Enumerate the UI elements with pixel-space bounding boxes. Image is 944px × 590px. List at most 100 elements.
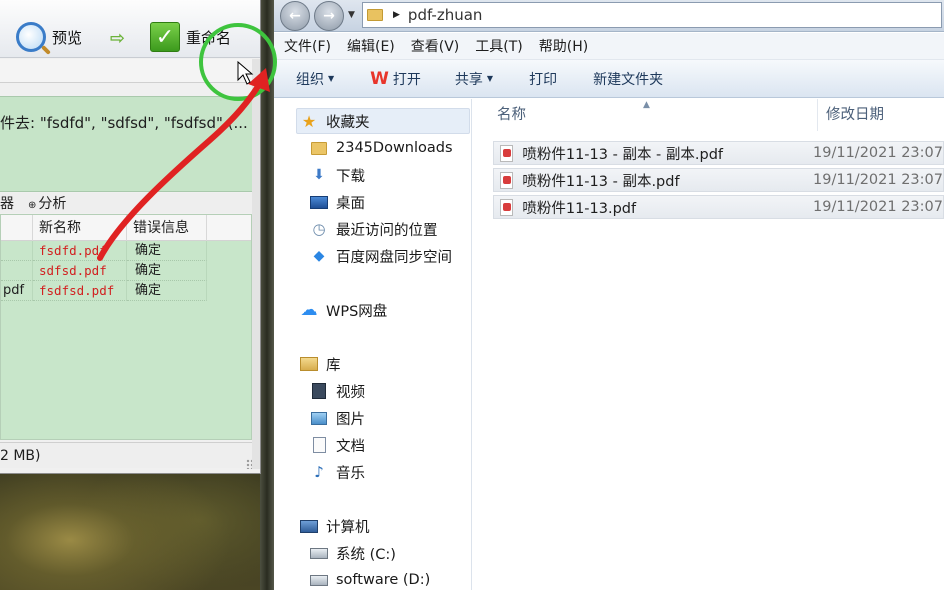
drive-icon bbox=[310, 572, 328, 588]
picture-icon bbox=[310, 410, 328, 426]
status-bar: 2 MB) bbox=[0, 442, 252, 468]
file-row[interactable]: 喷粉件11-13 - 副本.pdf 19/11/2021 23:07 bbox=[493, 168, 944, 192]
column-new-name[interactable]: 新名称 bbox=[33, 215, 127, 241]
file-name: 喷粉件11-13 - 副本.pdf bbox=[522, 173, 680, 190]
back-arrow-icon: ← bbox=[289, 8, 301, 24]
rename-label: 重命名 bbox=[186, 28, 232, 47]
column-name[interactable]: ▲ 名称 bbox=[473, 99, 818, 131]
music-icon: ♪ bbox=[314, 463, 324, 481]
file-list-pane: ▲ 名称 修改日期 喷粉件11-13 - 副本 - 副本.pdf 19/11/2… bbox=[473, 99, 944, 590]
nav-item-music[interactable]: ♪ 音乐 bbox=[310, 460, 365, 484]
nav-library[interactable]: 库 bbox=[300, 352, 341, 376]
desktop-icon bbox=[310, 194, 328, 210]
magnifier-icon bbox=[16, 22, 46, 52]
menu-file[interactable]: 文件(F) bbox=[284, 36, 331, 56]
nav-item-label: 文档 bbox=[336, 438, 365, 455]
breadcrumb-current[interactable]: pdf-zhuan bbox=[408, 6, 483, 24]
desktop-gap bbox=[260, 0, 274, 590]
arrow-right-icon: ⇨ bbox=[110, 28, 126, 49]
pdf-file-icon bbox=[500, 144, 514, 162]
menu-edit[interactable]: 编辑(E) bbox=[347, 36, 395, 56]
menu-help[interactable]: 帮助(H) bbox=[539, 36, 588, 56]
tab-filter[interactable]: 器 bbox=[0, 193, 14, 213]
nav-wps-cloud[interactable]: ☁ WPS网盘 bbox=[300, 298, 388, 322]
command-bar: 组织 ▼ W 打开 共享 ▼ 打印 新建文件夹 bbox=[274, 60, 944, 98]
share-button[interactable]: 共享 ▼ bbox=[455, 69, 493, 89]
file-date: 19/11/2021 23:07 bbox=[813, 199, 943, 215]
nav-wps-label: WPS网盘 bbox=[326, 303, 388, 320]
file-row[interactable]: 喷粉件11-13.pdf 19/11/2021 23:07 bbox=[493, 195, 944, 219]
nav-computer-label: 计算机 bbox=[326, 519, 370, 536]
address-field[interactable]: ▶ pdf-zhuan bbox=[362, 2, 942, 28]
error-cell: 确定 bbox=[127, 261, 207, 281]
file-date: 19/11/2021 23:07 bbox=[813, 145, 943, 161]
nav-item-baidu[interactable]: ◆ 百度网盘同步空间 bbox=[310, 244, 452, 268]
forward-button[interactable]: → bbox=[314, 1, 344, 31]
nav-item-label: 系统 (C:) bbox=[336, 546, 396, 563]
recent-pages-dropdown-icon[interactable]: ▼ bbox=[348, 10, 355, 20]
nav-item-desktop[interactable]: 桌面 bbox=[310, 190, 365, 214]
nav-item-label: 2345Downloads bbox=[336, 140, 453, 156]
table-row[interactable]: pdf fsdfsd.pdf 确定 bbox=[1, 281, 251, 301]
nav-drive-d[interactable]: software (D:) bbox=[310, 568, 430, 590]
nav-item-videos[interactable]: 视频 bbox=[310, 379, 365, 403]
table-row[interactable]: sdfsd.pdf 确定 bbox=[1, 261, 251, 281]
new-folder-label: 新建文件夹 bbox=[593, 71, 664, 88]
menu-view[interactable]: 查看(V) bbox=[411, 36, 460, 56]
nav-drive-c[interactable]: 系统 (C:) bbox=[310, 541, 396, 565]
new-folder-button[interactable]: 新建文件夹 bbox=[593, 69, 663, 89]
nav-item-recent[interactable]: ◷ 最近访问的位置 bbox=[310, 217, 438, 241]
rename-button[interactable]: ✓ 重命名 bbox=[150, 20, 231, 54]
video-icon bbox=[310, 383, 328, 399]
breadcrumb-separator-icon[interactable]: ▶ bbox=[393, 10, 400, 20]
nav-item-label: 下载 bbox=[336, 168, 365, 185]
forward-arrow-icon: → bbox=[323, 8, 335, 24]
nav-item-documents[interactable]: 文档 bbox=[310, 433, 365, 457]
open-label: 打开 bbox=[392, 71, 421, 88]
pdf-file-icon bbox=[500, 171, 514, 189]
error-cell: 确定 bbox=[127, 281, 207, 301]
navigation-pane: ★ 收藏夹 2345Downloads ⬇ 下载 桌面 ◷ 最近访问的位置 ◆ … bbox=[274, 99, 472, 590]
recent-places-icon: ◷ bbox=[312, 220, 326, 238]
baidu-netdisk-icon: ◆ bbox=[313, 248, 325, 264]
file-list-header: ▲ 名称 修改日期 bbox=[473, 99, 944, 131]
document-icon bbox=[310, 437, 328, 453]
system-drive-icon bbox=[310, 545, 328, 561]
address-bar: ← → ▼ ▶ pdf-zhuan bbox=[274, 0, 944, 32]
chevron-down-icon: ▼ bbox=[328, 74, 335, 83]
cloud-icon: ☁ bbox=[300, 300, 318, 320]
column-error-info[interactable]: 错误信息 bbox=[127, 215, 207, 241]
open-button[interactable]: W 打开 bbox=[370, 69, 421, 89]
renamer-tabs: 器 ⊕ 分析 bbox=[0, 193, 252, 213]
table-row[interactable]: fsdfd.pdf 确定 bbox=[1, 241, 251, 261]
old-name-cell bbox=[1, 241, 33, 261]
nav-item-downloads[interactable]: ⬇ 下载 bbox=[310, 163, 365, 187]
nav-computer[interactable]: 计算机 bbox=[300, 514, 370, 538]
file-name: 喷粉件11-13 - 副本 - 副本.pdf bbox=[522, 146, 724, 163]
new-name-cell: fsdfsd.pdf bbox=[33, 281, 127, 301]
chevron-down-icon: ▼ bbox=[486, 74, 494, 83]
nav-library-label: 库 bbox=[326, 357, 341, 374]
nav-item-pictures[interactable]: 图片 bbox=[310, 406, 365, 430]
preview-button[interactable]: 预览 bbox=[16, 20, 82, 54]
nav-item-label: 桌面 bbox=[336, 195, 365, 212]
column-old-name[interactable] bbox=[1, 215, 33, 241]
column-modified-date[interactable]: 修改日期 bbox=[818, 99, 944, 131]
wps-icon: W bbox=[370, 68, 389, 89]
computer-icon bbox=[300, 518, 318, 534]
organize-button[interactable]: 组织 ▼ bbox=[296, 69, 334, 89]
new-name-cell: sdfsd.pdf bbox=[33, 261, 127, 281]
rename-results-table: 新名称 错误信息 fsdfd.pdf 确定 sdfsd.pdf 确定 pdf f… bbox=[0, 214, 252, 440]
menu-tools[interactable]: 工具(T) bbox=[475, 36, 522, 56]
preview-label: 预览 bbox=[52, 28, 83, 47]
print-button[interactable]: 打印 bbox=[529, 69, 557, 89]
folder-icon bbox=[310, 140, 328, 156]
tab-analysis[interactable]: ⊕ 分析 bbox=[28, 193, 80, 213]
nav-favorites[interactable]: ★ 收藏夹 bbox=[300, 109, 370, 133]
nav-item-label: software (D:) bbox=[336, 572, 431, 588]
print-label: 打印 bbox=[529, 71, 558, 88]
back-button[interactable]: ← bbox=[280, 1, 310, 31]
file-row[interactable]: 喷粉件11-13 - 副本 - 副本.pdf 19/11/2021 23:07 bbox=[493, 141, 944, 165]
nav-item-label: 最近访问的位置 bbox=[336, 222, 438, 239]
nav-item-2345downloads[interactable]: 2345Downloads bbox=[310, 136, 453, 160]
